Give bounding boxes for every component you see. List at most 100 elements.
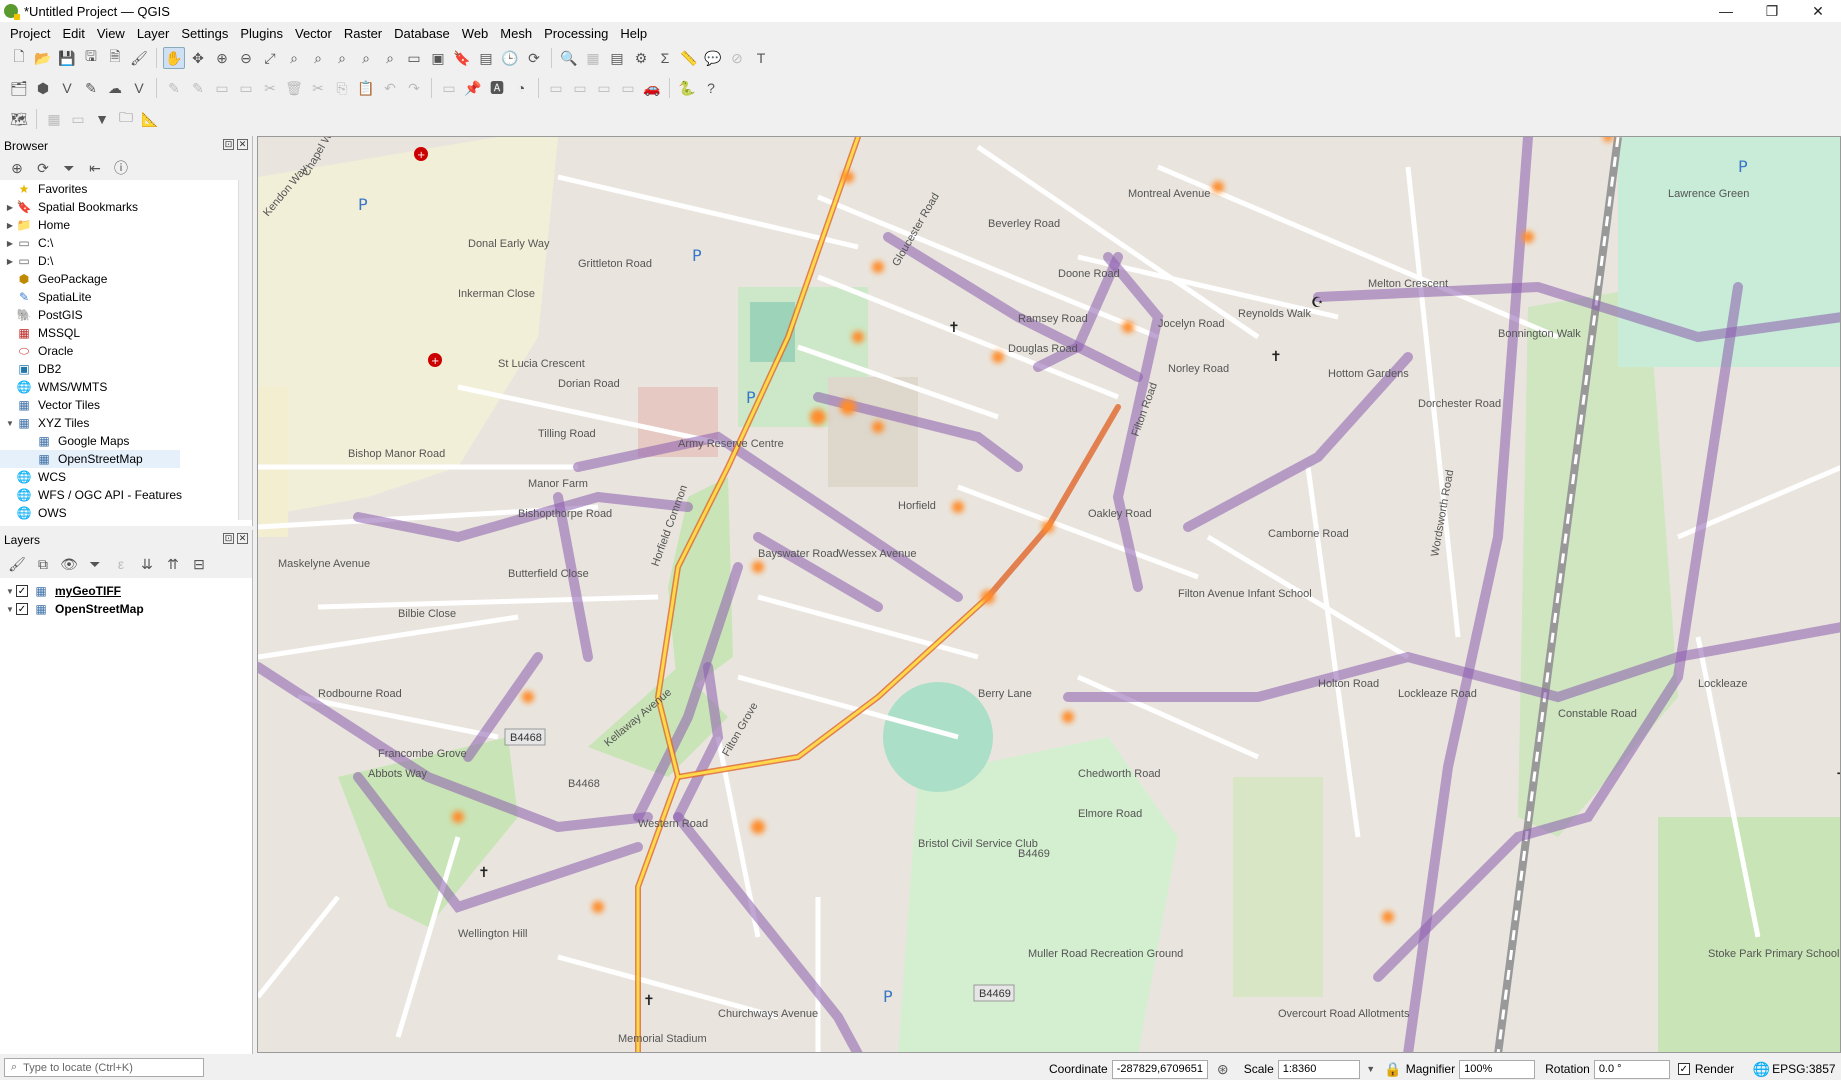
rotate-label-icon[interactable]: ▭ xyxy=(569,77,591,99)
float-panel-icon[interactable]: ⊡ xyxy=(223,139,234,150)
layer-visibility-checkbox[interactable]: ✓ xyxy=(16,603,28,615)
zoom-out-icon[interactable]: ⊖ xyxy=(235,47,257,69)
menu-vector[interactable]: Vector xyxy=(289,26,338,41)
menu-help[interactable]: Help xyxy=(614,26,653,41)
python-console-icon[interactable]: 🐍 xyxy=(676,77,698,99)
delete-selected-icon[interactable]: 🗑 xyxy=(283,77,305,99)
change-label-icon[interactable]: ▭ xyxy=(593,77,615,99)
menu-database[interactable]: Database xyxy=(388,26,456,41)
select-features-icon[interactable]: ▦ xyxy=(582,47,604,69)
style-manager-icon[interactable]: 🖌 xyxy=(128,47,150,69)
close-panel-icon[interactable]: ✕ xyxy=(237,533,248,544)
paste-features-icon[interactable]: 📋 xyxy=(355,77,377,99)
label-pin-icon[interactable]: 📌 xyxy=(462,77,484,99)
browser-item[interactable]: 🌐 WFS / OGC API - Features xyxy=(0,486,237,504)
map-svg[interactable]: B4468 B4469 + + P P P P P ✝ ✝ ✝ ✝ ✝ ☪ Ch… xyxy=(258,137,1841,1053)
new-project-icon[interactable]: 🗋 xyxy=(8,47,30,69)
crs-globe-icon[interactable]: 🌐 xyxy=(1750,1058,1772,1080)
manage-map-themes-icon[interactable]: 👁 xyxy=(58,553,80,575)
annotation-icon[interactable]: ⊘ xyxy=(726,47,748,69)
browser-item[interactable]: ▼ ▦ XYZ Tiles xyxy=(0,414,237,432)
browser-item[interactable]: ▶ ▭ C:\ xyxy=(0,234,237,252)
menu-settings[interactable]: Settings xyxy=(175,26,234,41)
browser-item[interactable]: ✎ SpatiaLite xyxy=(0,288,237,306)
new-map-view-icon[interactable]: ▭ xyxy=(403,47,425,69)
zoom-layer-icon[interactable]: ⌕ xyxy=(307,47,329,69)
browser-item[interactable]: ⬢ GeoPackage xyxy=(0,270,237,288)
label-properties-icon[interactable]: ▭ xyxy=(617,77,639,99)
browser-item[interactable]: ⬭ Oracle xyxy=(0,342,237,360)
filter-legend-icon[interactable]: ⏷ xyxy=(84,553,106,575)
menu-project[interactable]: Project xyxy=(4,26,56,41)
remove-layer-icon[interactable]: ⊟ xyxy=(188,553,210,575)
redo-icon[interactable]: ↷ xyxy=(403,77,425,99)
copy-features-icon[interactable]: ⎘ xyxy=(331,77,353,99)
select-by-location-icon[interactable]: 🗀 xyxy=(115,108,137,130)
zoom-full-icon[interactable]: ⤢ xyxy=(259,47,281,69)
label-show-hide-icon[interactable]: 🅰 xyxy=(486,77,508,99)
layer-item[interactable]: ▼ ✓ ▦ myGeoTIFF xyxy=(0,582,252,600)
browser-item[interactable]: ▶ 🔖 Spatial Bookmarks xyxy=(0,198,237,216)
data-source-manager-icon[interactable]: 🗂 xyxy=(8,77,30,99)
properties-icon[interactable]: ⓘ xyxy=(110,157,132,179)
save-project-icon[interactable]: 💾 xyxy=(56,47,78,69)
select-by-expression-icon[interactable]: 📐 xyxy=(139,108,161,130)
collapse-all-icon[interactable]: ⇤ xyxy=(84,157,106,179)
new-spatialite-layer-icon[interactable]: ✎ xyxy=(80,77,102,99)
browser-item[interactable]: ▦ OpenStreetMap xyxy=(0,450,180,468)
minimize-button[interactable]: — xyxy=(1703,0,1749,22)
menu-edit[interactable]: Edit xyxy=(56,26,90,41)
gps-icon[interactable]: 🚗 xyxy=(641,77,663,99)
pan-icon[interactable]: ✋ xyxy=(163,47,185,69)
collapsed-arrow-icon[interactable]: ▶ xyxy=(4,221,16,230)
processing-toolbox-icon[interactable]: ⚙ xyxy=(630,47,652,69)
add-feature-icon[interactable]: ▭ xyxy=(235,77,257,99)
select-by-value-icon[interactable]: ▼ xyxy=(91,108,113,130)
rotation-field[interactable]: 0.0 ° xyxy=(1593,1059,1670,1079)
browser-item[interactable]: ▦ MSSQL xyxy=(0,324,237,342)
label-diagram-icon[interactable]: ◔ xyxy=(510,77,532,99)
open-attribute-table-icon[interactable]: ▤ xyxy=(606,47,628,69)
expanded-arrow-icon[interactable]: ▼ xyxy=(4,605,16,614)
menu-mesh[interactable]: Mesh xyxy=(494,26,538,41)
restore-button[interactable]: ❐ xyxy=(1749,0,1795,22)
new-geopackage-layer-icon[interactable]: ⬢ xyxy=(32,77,54,99)
zoom-native-icon[interactable]: ⌕ xyxy=(331,47,353,69)
coordinate-field[interactable]: -287829,6709651 xyxy=(1111,1059,1208,1079)
expanded-arrow-icon[interactable]: ▼ xyxy=(4,419,16,428)
float-panel-icon[interactable]: ⊡ xyxy=(223,533,234,544)
new-print-layout-icon[interactable]: 🗎 xyxy=(104,47,126,69)
collapsed-arrow-icon[interactable]: ▶ xyxy=(4,203,16,212)
undo-icon[interactable]: ↶ xyxy=(379,77,401,99)
browser-item[interactable]: ▦ Vector Tiles xyxy=(0,396,237,414)
text-annotation-icon[interactable]: T xyxy=(750,47,772,69)
vertex-tool-icon[interactable]: ✂ xyxy=(259,77,281,99)
statistical-summary-icon[interactable]: Σ xyxy=(654,47,676,69)
add-selected-layers-icon[interactable]: ⊕ xyxy=(6,157,28,179)
show-bookmarks-icon[interactable]: ▤ xyxy=(475,47,497,69)
browser-item[interactable]: 🐘 PostGIS xyxy=(0,306,237,324)
collapsed-arrow-icon[interactable]: ▶ xyxy=(4,239,16,248)
expand-all-icon[interactable]: ⇊ xyxy=(136,553,158,575)
new-virtual-layer-icon[interactable]: ☁ xyxy=(104,77,126,99)
expanded-arrow-icon[interactable]: ▼ xyxy=(4,587,16,596)
browser-item[interactable]: ★ Favorites xyxy=(0,180,237,198)
filter-browser-icon[interactable]: ⏷ xyxy=(58,157,80,179)
browser-item[interactable]: 🌐 WCS xyxy=(0,468,237,486)
scale-dropdown-icon[interactable]: ▼ xyxy=(1360,1058,1382,1080)
menu-plugins[interactable]: Plugins xyxy=(234,26,289,41)
browser-item[interactable]: ▶ 📁 Home xyxy=(0,216,237,234)
zoom-next-icon[interactable]: ⌕ xyxy=(379,47,401,69)
select-by-area-icon[interactable]: ▦ xyxy=(43,108,65,130)
locator-bar[interactable]: ⌕ Type to locate (Ctrl+K) xyxy=(4,1058,204,1077)
layer-item[interactable]: ▼ ✓ ▦ OpenStreetMap xyxy=(0,600,252,618)
digitize-icon[interactable]: ▭ xyxy=(211,77,233,99)
toggle-editing-icon[interactable]: ✎ xyxy=(163,77,185,99)
bookmark-new-icon[interactable]: 🔖 xyxy=(451,47,473,69)
open-project-icon[interactable]: 📂 xyxy=(32,47,54,69)
menu-web[interactable]: Web xyxy=(456,26,495,41)
refresh-icon[interactable]: ⟳ xyxy=(523,47,545,69)
identify-icon[interactable]: 🔍 xyxy=(558,47,580,69)
render-checkbox[interactable]: ✓ xyxy=(1677,1063,1690,1075)
add-layer-icon[interactable]: V xyxy=(128,77,150,99)
